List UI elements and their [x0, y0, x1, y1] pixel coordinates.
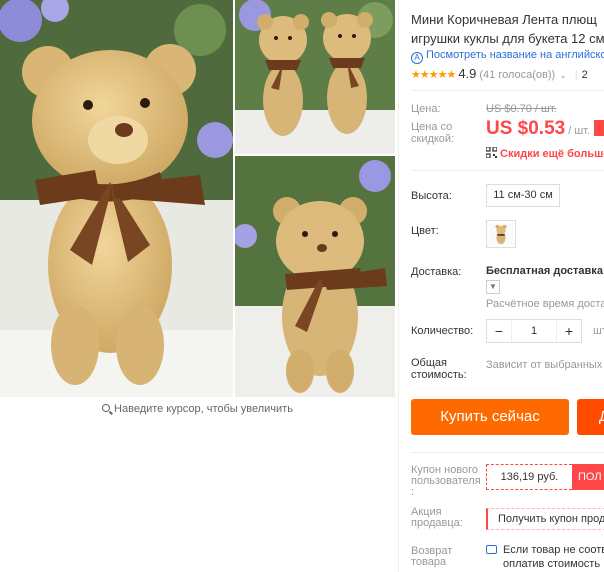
rating-row: ★★★★★ 4.9 (41 голоса(ов)) ⌄ | 2	[411, 66, 588, 81]
panel-divider	[398, 0, 399, 572]
shipping-label: Доставка:	[411, 266, 462, 278]
product-title-line1: Мини Коричневая Лента плющ	[411, 12, 597, 27]
add-to-cart-button[interactable]: Д	[577, 399, 604, 435]
main-product-image[interactable]	[0, 0, 233, 397]
old-price: US $0.70 / шт.	[486, 103, 557, 115]
product-gallery	[0, 0, 395, 397]
shipping-time: Расчётное время доставки	[486, 298, 604, 310]
discount-price-label-line2: скидкой:	[411, 133, 455, 145]
total-label: Общая стоимость:	[411, 357, 467, 381]
product-info-panel: Мини Коричневая Лента плющ игрушки куклы…	[411, 0, 604, 572]
price-label: Цена:	[411, 103, 441, 115]
votes-count[interactable]: (41 голоса(ов))	[479, 69, 555, 81]
current-price-value: US $0.53	[486, 118, 566, 139]
thumbnail-two-bears[interactable]	[235, 0, 395, 154]
discount-price-label: Цена со скидкой:	[411, 121, 454, 145]
quantity-label: Количество:	[411, 325, 474, 337]
rating-stars-icon: ★★★★★	[411, 69, 456, 81]
zoom-hint: Наведите курсор, чтобы увеличить	[0, 403, 395, 415]
returns-label: Возврат товара	[411, 546, 452, 568]
qr-code-icon	[486, 147, 497, 158]
discount-price-label-line1: Цена со	[411, 121, 453, 133]
quantity-increase-button[interactable]: +	[557, 320, 581, 342]
magnifier-icon	[102, 404, 111, 412]
translate-icon: A	[411, 52, 423, 64]
total-value: Зависит от выбранных	[486, 359, 603, 371]
product-title-line2: игрушки куклы для букета 12 см	[411, 31, 604, 46]
divider	[411, 90, 604, 91]
chevron-down-icon[interactable]: ⌄	[559, 70, 567, 80]
return-policy-text: Если товар не соотв оплатив стоимость	[503, 543, 604, 571]
divider	[411, 452, 604, 453]
color-option-thumbnail[interactable]	[486, 220, 516, 248]
color-label: Цвет:	[411, 225, 439, 237]
seller-label-line2: продавца:	[411, 517, 463, 529]
coupon-value: 136,19 руб.	[486, 464, 572, 490]
get-coupon-button[interactable]: ПОЛ	[572, 464, 604, 490]
more-discounts-text: Скидки ещё больше	[500, 148, 604, 160]
quantity-unit: шт. (	[593, 325, 604, 337]
bear-thumbnail-icon	[489, 223, 513, 245]
quantity-stepper: − 1 +	[486, 319, 582, 343]
orders-count: 2	[581, 69, 588, 81]
total-label-line1: Общая	[411, 357, 447, 369]
buy-now-button[interactable]: Купить сейчас	[411, 399, 569, 435]
total-label-line2: стоимость:	[411, 369, 467, 381]
seller-promo-label: Акция продавца:	[411, 507, 463, 529]
zoom-hint-text: Наведите курсор, чтобы увеличить	[114, 403, 293, 415]
height-label: Высота:	[411, 190, 452, 202]
discount-tag	[594, 120, 604, 136]
coupon-label-line2: пользователя	[411, 475, 481, 487]
quantity-decrease-button[interactable]: −	[487, 320, 511, 342]
quantity-input[interactable]: 1	[511, 320, 557, 342]
return-policy-line1: Если товар не соотв	[503, 544, 604, 556]
translate-link-text: Посмотреть название на английском	[426, 49, 604, 61]
current-price: US $0.53/ шт.	[486, 118, 604, 140]
return-policy-icon	[486, 545, 497, 554]
product-title: Мини Коричневая Лента плющ игрушки куклы…	[411, 10, 604, 48]
rating-value: 4.9	[458, 66, 477, 81]
coupon-label-line3: :	[411, 486, 415, 498]
returns-label-line2: товара	[411, 556, 447, 568]
height-option[interactable]: 11 см-30 см	[486, 184, 560, 207]
return-policy-line2: оплатив стоимость	[503, 558, 601, 570]
rating-separator: |	[574, 69, 578, 81]
seller-coupon-button[interactable]: Получить купон прода	[486, 508, 604, 530]
more-discounts-link[interactable]: Скидки ещё больше	[486, 147, 604, 160]
new-user-coupon-label: Купон нового пользователя :	[411, 465, 481, 498]
thumbnail-single-bear[interactable]	[235, 156, 395, 397]
price-unit: / шт.	[568, 125, 591, 137]
divider	[411, 170, 604, 171]
translate-title-link[interactable]: A Посмотреть название на английском	[411, 49, 604, 64]
shipping-chevron-down-icon[interactable]: ▼	[486, 280, 500, 294]
shipping-value[interactable]: Бесплатная доставка в	[486, 265, 604, 277]
